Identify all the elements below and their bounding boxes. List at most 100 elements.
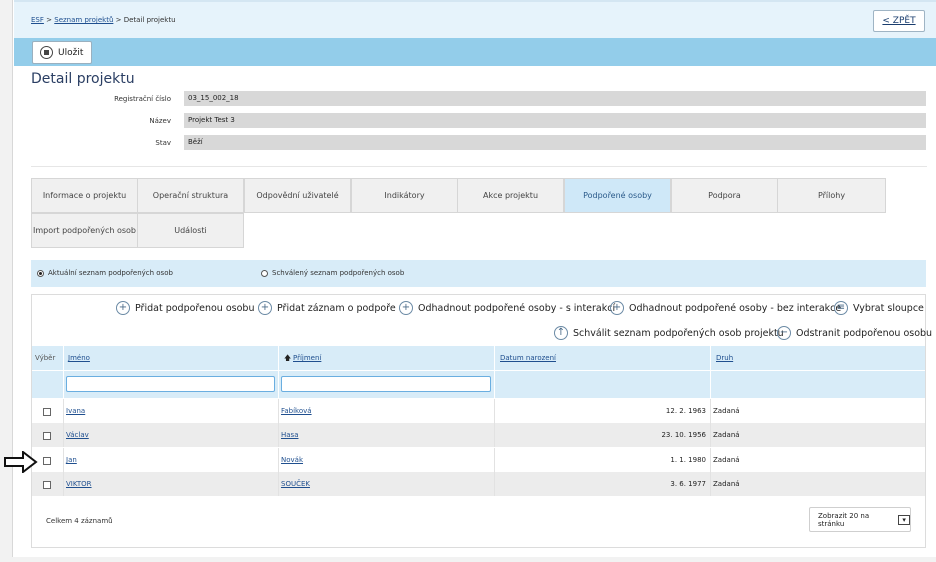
table-header: Výběr Jméno 🡅 Příjmení Datum narození Dr… bbox=[32, 346, 925, 398]
row-checkbox[interactable] bbox=[43, 408, 51, 416]
cell-divider bbox=[278, 448, 279, 472]
estimate-with-interaction-button[interactable]: + Odhadnout podpořené osoby - s interakc… bbox=[399, 301, 615, 315]
birth-date: 23. 10. 1956 bbox=[661, 431, 706, 439]
column-divider bbox=[278, 346, 279, 398]
radio-label: Aktuální seznam podpořených osob bbox=[48, 269, 173, 277]
field-value: 03_15_002_18 bbox=[184, 91, 926, 106]
birth-date: 12. 2. 1963 bbox=[665, 407, 706, 415]
breadcrumb-current: Detail projektu bbox=[123, 16, 176, 24]
type: Zadaná bbox=[713, 456, 740, 464]
cell-divider bbox=[63, 399, 64, 423]
tab-support[interactable]: Podpora bbox=[671, 178, 778, 213]
sort-asc-icon: 🡅 bbox=[284, 354, 292, 362]
cell-divider bbox=[710, 472, 711, 496]
remove-person-button[interactable]: − Odstranit podpořenou osobu bbox=[777, 326, 932, 340]
first-name-link[interactable]: Jan bbox=[66, 456, 77, 464]
last-name-link[interactable]: SOUČEK bbox=[281, 480, 310, 488]
header-bar: ESF > Seznam projektů > Detail projektu … bbox=[14, 0, 936, 38]
cell-divider bbox=[278, 472, 279, 496]
column-divider bbox=[63, 346, 64, 398]
tab-operational-structure[interactable]: Operační struktura bbox=[137, 178, 244, 213]
cell-divider bbox=[278, 399, 279, 423]
page: ESF > Seznam projektů > Detail projektu … bbox=[12, 0, 936, 557]
breadcrumb: ESF > Seznam projektů > Detail projektu bbox=[31, 16, 176, 24]
cell-divider bbox=[710, 448, 711, 472]
cell-divider bbox=[494, 423, 495, 447]
tab-events[interactable]: Události bbox=[137, 213, 244, 248]
field-label: Registrační číslo bbox=[114, 95, 171, 103]
divider bbox=[31, 166, 927, 167]
minus-circle-icon: − bbox=[777, 326, 791, 340]
table-row: VIKTOR SOUČEK 3. 6. 1977 Zadaná bbox=[32, 472, 925, 496]
last-name-link[interactable]: Fabíková bbox=[281, 407, 312, 415]
choose-columns-button[interactable]: ≡ Vybrat sloupce bbox=[834, 301, 924, 315]
save-button[interactable]: Uložit bbox=[32, 41, 92, 64]
first-name-link[interactable]: VIKTOR bbox=[66, 480, 92, 488]
cell-divider bbox=[63, 448, 64, 472]
cell-divider bbox=[494, 399, 495, 423]
row-checkbox[interactable] bbox=[43, 432, 51, 440]
supported-persons-panel: + Přidat podpořenou osobu + Přidat zázna… bbox=[31, 294, 932, 548]
plus-circle-icon: + bbox=[258, 301, 272, 315]
approve-list-button[interactable]: ↑ Schválit seznam podpořených osob proje… bbox=[554, 326, 784, 340]
tab-attachments[interactable]: Přílohy bbox=[777, 178, 886, 213]
type: Zadaná bbox=[713, 480, 740, 488]
cell-divider bbox=[494, 472, 495, 496]
tab-supported-persons[interactable]: Podpořené osoby bbox=[564, 178, 671, 213]
page-title: Detail projektu bbox=[31, 71, 135, 87]
action-bar: Uložit bbox=[14, 38, 936, 66]
column-birth-date[interactable]: Datum narození bbox=[500, 354, 556, 362]
page-size-select[interactable]: Zobrazit 20 na stránku ▾ bbox=[809, 507, 911, 532]
plus-circle-icon: + bbox=[116, 301, 130, 315]
add-support-record-button[interactable]: + Přidat záznam o podpoře bbox=[258, 301, 396, 315]
type: Zadaná bbox=[713, 407, 740, 415]
tab-responsible-users[interactable]: Odpovědní uživatelé bbox=[244, 178, 351, 213]
row-checkbox[interactable] bbox=[43, 481, 51, 489]
radio-label: Schválený seznam podpořených osob bbox=[272, 269, 405, 277]
column-last-name[interactable]: Příjmení bbox=[293, 354, 321, 362]
first-name-link[interactable]: Ivana bbox=[66, 407, 85, 415]
last-name-link[interactable]: Hasa bbox=[281, 431, 299, 439]
radio-approved-list[interactable]: Schválený seznam podpořených osob bbox=[261, 269, 404, 277]
column-type[interactable]: Druh bbox=[716, 354, 733, 362]
radio-unchecked-icon bbox=[261, 269, 268, 277]
last-name-link[interactable]: Novák bbox=[281, 456, 303, 464]
add-person-button[interactable]: + Přidat podpořenou osobu bbox=[116, 301, 254, 315]
breadcrumb-esf[interactable]: ESF bbox=[31, 16, 44, 24]
upload-circle-icon: ↑ bbox=[554, 326, 568, 340]
cell-divider bbox=[278, 423, 279, 447]
field-label: Název bbox=[149, 117, 171, 125]
column-divider bbox=[494, 346, 495, 398]
column-divider bbox=[710, 346, 711, 398]
tab-indicators[interactable]: Indikátory bbox=[351, 178, 458, 213]
row-checkbox[interactable] bbox=[43, 457, 51, 465]
tab-project-actions[interactable]: Akce projektu bbox=[457, 178, 564, 213]
cell-divider bbox=[494, 448, 495, 472]
column-select: Výběr bbox=[35, 354, 56, 362]
page-size-label: Zobrazit 20 na stránku bbox=[818, 511, 870, 528]
last-name-filter-input[interactable] bbox=[281, 376, 491, 392]
cell-divider bbox=[710, 399, 711, 423]
radio-current-list[interactable]: Aktuální seznam podpořených osob bbox=[37, 269, 173, 277]
column-first-name[interactable]: Jméno bbox=[68, 354, 90, 362]
chevron-down-icon: ▾ bbox=[898, 514, 910, 525]
first-name-filter-input[interactable] bbox=[66, 376, 275, 392]
columns-icon: ≡ bbox=[834, 301, 848, 315]
estimate-without-interaction-button[interactable]: + Odhadnout podpořené osoby - bez intera… bbox=[610, 301, 841, 315]
table-row: Václav Hasa 23. 10. 1956 Zadaná bbox=[32, 423, 925, 447]
arrow-right-icon bbox=[4, 451, 38, 473]
table-row: Jan Novák 1. 1. 1980 Zadaná bbox=[32, 448, 925, 472]
field-label: Stav bbox=[155, 139, 171, 147]
header-divider bbox=[32, 370, 925, 371]
back-button[interactable]: < ZPĚT bbox=[873, 10, 925, 32]
save-button-label: Uložit bbox=[58, 47, 84, 58]
first-name-link[interactable]: Václav bbox=[66, 431, 89, 439]
radio-checked-icon bbox=[37, 269, 44, 277]
cell-divider bbox=[63, 423, 64, 447]
plus-circle-icon: + bbox=[399, 301, 413, 315]
type: Zadaná bbox=[713, 431, 740, 439]
tab-import-persons[interactable]: Import podpořených osob bbox=[31, 213, 138, 248]
plus-circle-icon: + bbox=[610, 301, 624, 315]
tab-project-info[interactable]: Informace o projektu bbox=[31, 178, 138, 213]
breadcrumb-project-list[interactable]: Seznam projektů bbox=[54, 16, 113, 24]
